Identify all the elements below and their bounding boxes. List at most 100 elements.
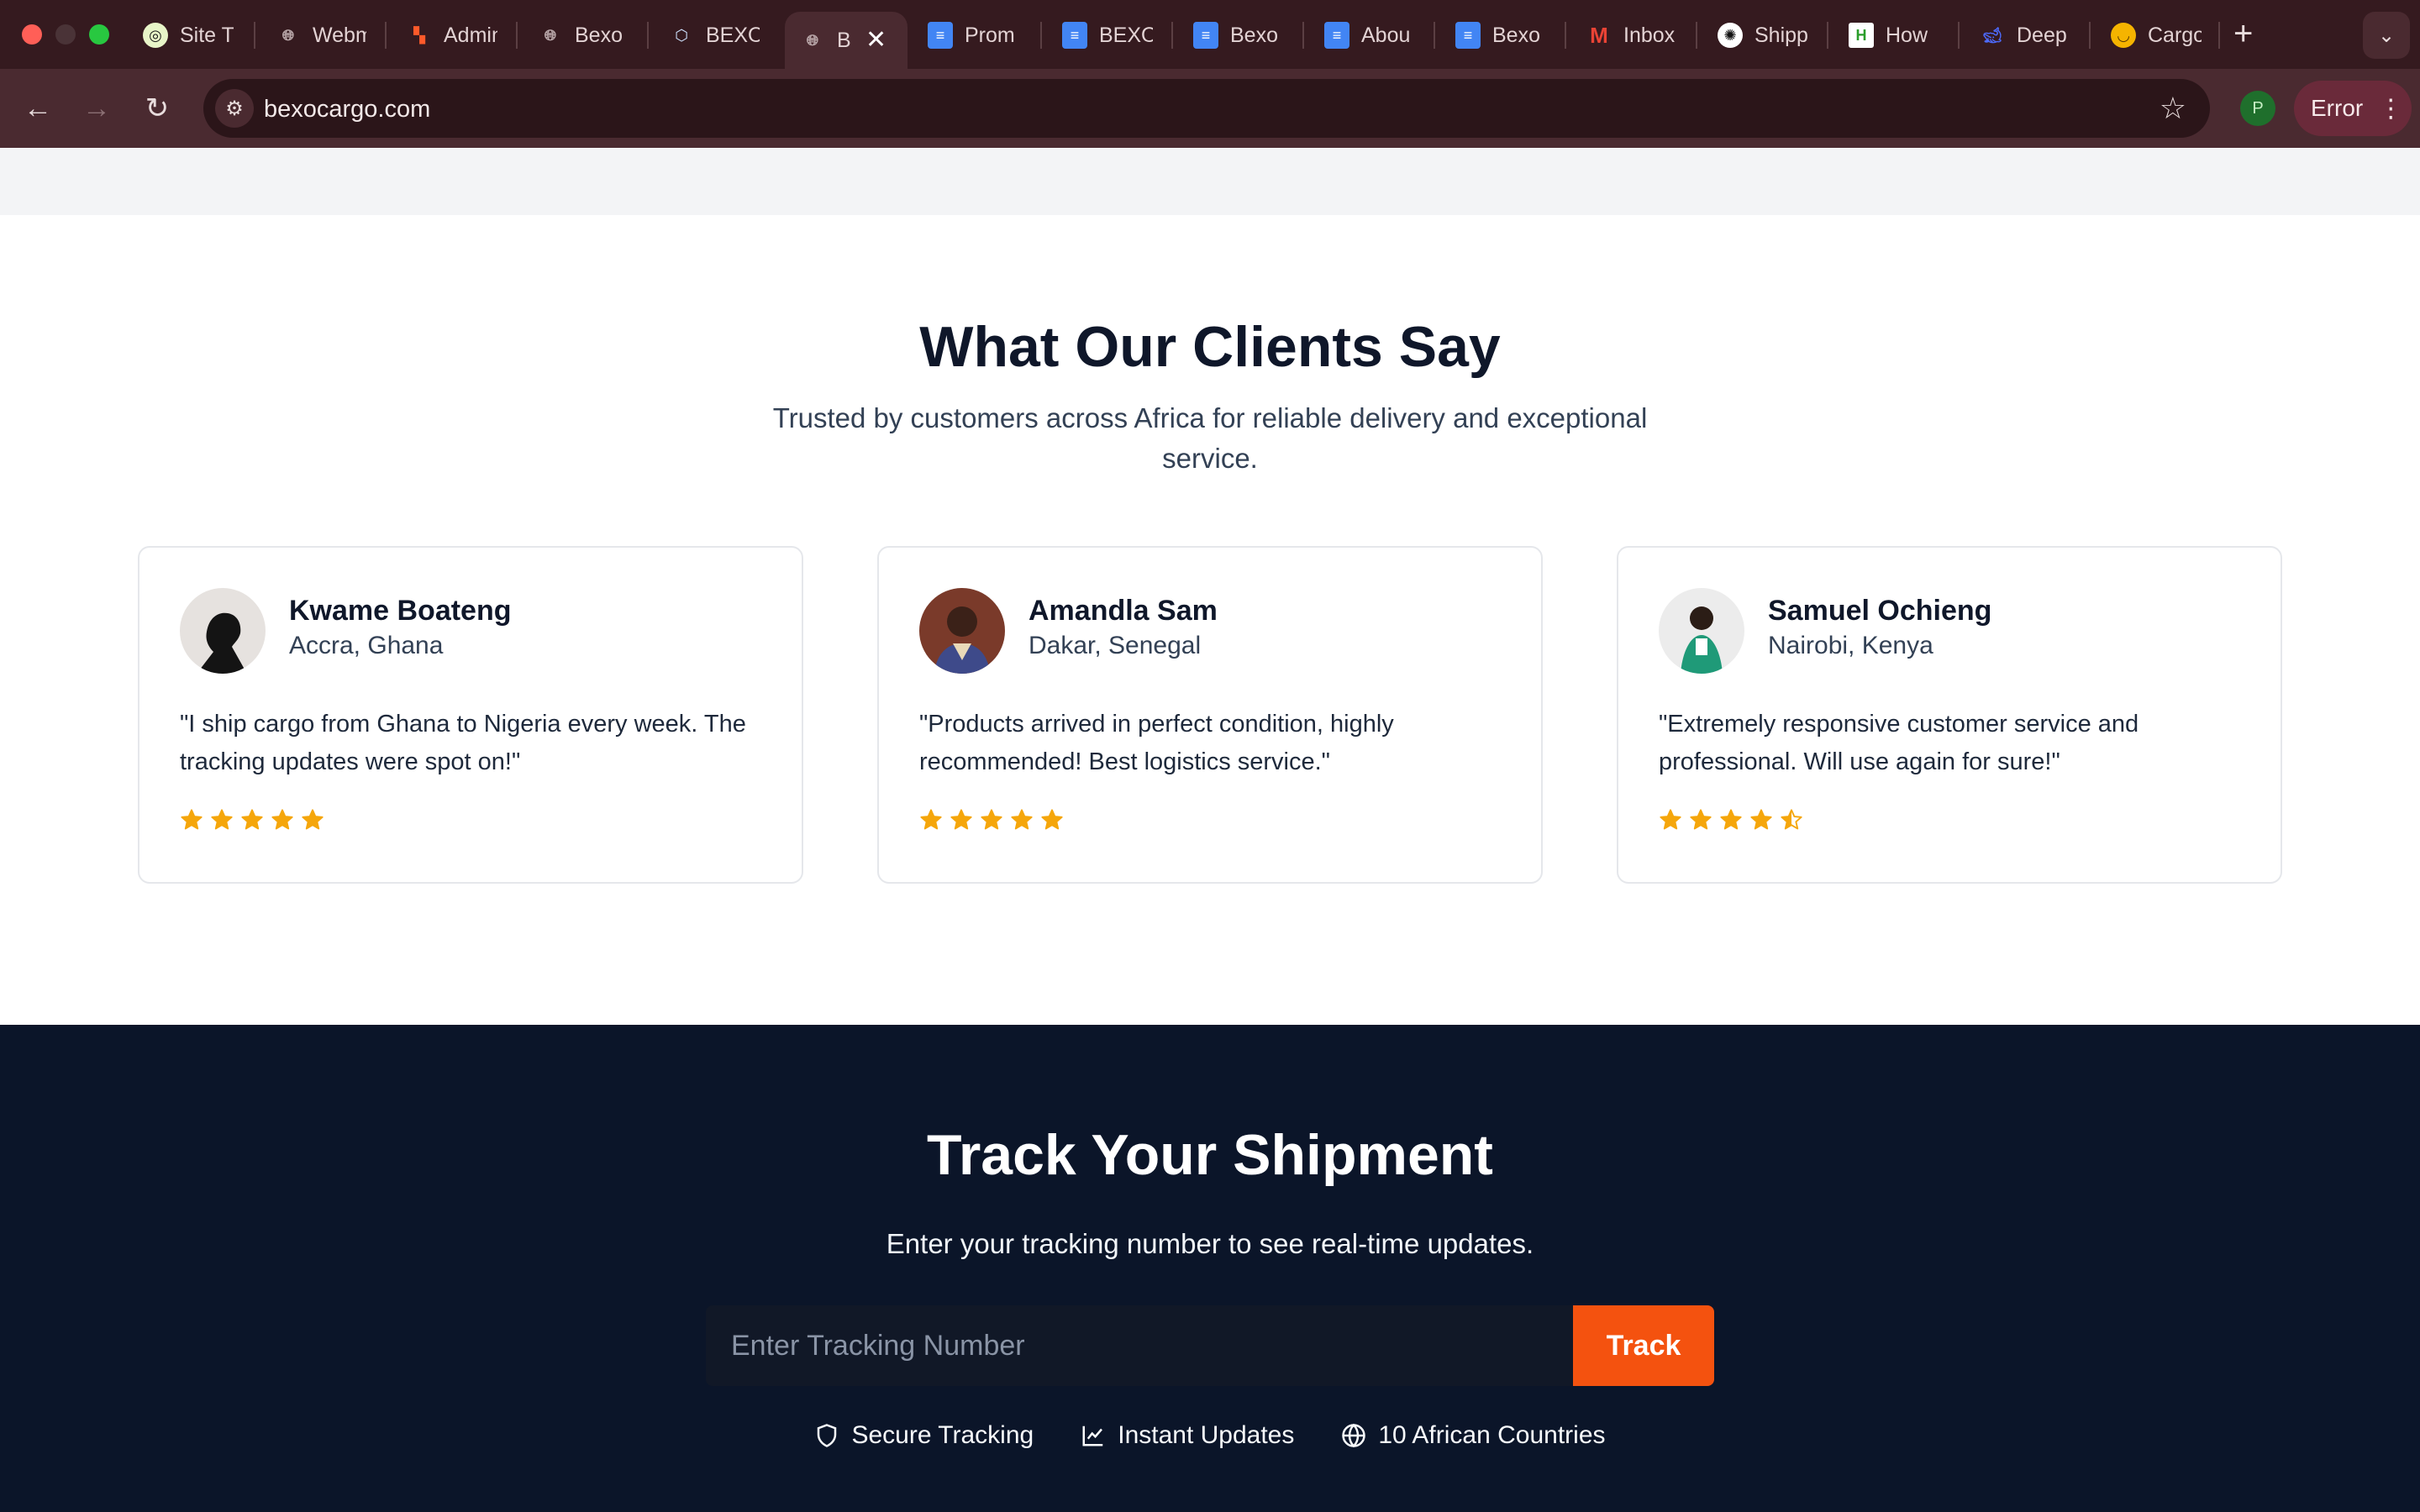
tab-title: Shipp xyxy=(1754,23,1808,47)
maximize-window-button[interactable] xyxy=(89,24,109,45)
tab-title: Site T xyxy=(180,23,234,47)
admin-icon: ▚ xyxy=(413,26,425,44)
client-quote: "I ship cargo from Ghana to Nigeria ever… xyxy=(180,711,746,775)
star-rating xyxy=(1659,808,1803,832)
star-filled-icon xyxy=(211,809,233,830)
track-button[interactable]: Track xyxy=(1573,1305,1714,1386)
testimonial-card: Amandla Sam Dakar, Senegal "Products arr… xyxy=(877,546,1543,884)
tab-title: Bexo xyxy=(1230,23,1278,47)
profile-avatar[interactable]: P xyxy=(2240,91,2275,126)
back-button[interactable]: ← xyxy=(17,87,59,129)
shield-icon xyxy=(818,1424,837,1447)
testimonial-card: Kwame Boateng Accra, Ghana "I ship cargo… xyxy=(138,546,803,884)
url-text[interactable]: bexocargo.com xyxy=(264,96,430,123)
tab-separator xyxy=(1434,22,1435,49)
tab-title: Bexo xyxy=(575,23,623,47)
h-icon: H xyxy=(1849,23,1874,48)
arrow-right-icon: → xyxy=(82,92,111,124)
forward-button[interactable]: → xyxy=(76,87,118,129)
tab-cargo[interactable]: ◡ Cargo xyxy=(2096,12,2202,59)
star-filled-icon xyxy=(1011,809,1033,830)
tab-deepseek[interactable]: 🐋︎ Deep xyxy=(1965,12,2070,59)
tab-docs-prom[interactable]: ≡ Prom xyxy=(913,12,1018,59)
tracking-title: Track Your Shipment xyxy=(927,1123,1493,1187)
site-info-button[interactable]: ⚙ xyxy=(215,89,254,128)
openai-icon: ✺ xyxy=(1718,23,1743,48)
chevron-down-icon: ⌄ xyxy=(2377,24,2396,47)
client-name: Samuel Ochieng xyxy=(1768,595,1992,627)
star-filled-icon xyxy=(241,809,263,830)
tune-icon: ⚙ xyxy=(225,97,244,120)
docs-icon: ≡ xyxy=(1062,22,1087,49)
globe-icon: 🌐︎ xyxy=(281,26,295,44)
minimize-window-button[interactable] xyxy=(55,24,76,45)
client-quote: "Products arrived in perfect condition, … xyxy=(919,711,1394,775)
tab-title: Prom xyxy=(965,23,1015,47)
star-filled-icon xyxy=(950,809,972,830)
globe-icon xyxy=(1342,1423,1366,1448)
globe-icon: 🌐︎ xyxy=(806,31,819,49)
globe-icon: 🌐︎ xyxy=(544,26,557,44)
docs-icon: ≡ xyxy=(1193,22,1218,49)
browser-toolbar: ← → ↻ ⚙ bexocargo.com ☆ P Error ⋮ xyxy=(0,69,2420,148)
close-tab-icon[interactable]: ✕ xyxy=(865,28,886,53)
tab-separator xyxy=(647,22,649,49)
error-menu-button[interactable]: Error ⋮ xyxy=(2294,81,2412,136)
tab-docs-bexo-3[interactable]: ≡ Bexo xyxy=(1440,12,1546,59)
tab-strip: ◎ Site T 🌐︎ Webm ▚ Admin 🌐︎ Bexo ⬡ BEXO … xyxy=(0,0,2420,69)
deepseek-icon: 🐋︎ xyxy=(1982,26,2002,44)
tab-docs-bexo[interactable]: ≡ BEXO xyxy=(1047,12,1153,59)
tracking-features: Secure Tracking Instant Updates 10 Afric… xyxy=(0,1421,2420,1450)
tab-bexo[interactable]: 🌐︎ Bexo xyxy=(523,12,629,59)
tab-separator xyxy=(2218,22,2220,49)
feature-secure-tracking: Secure Tracking xyxy=(814,1421,1034,1450)
client-location: Nairobi, Kenya xyxy=(1768,632,1933,659)
tab-title: Cargo xyxy=(2148,23,2202,47)
star-filled-icon xyxy=(271,809,293,830)
tab-separator xyxy=(1958,22,1960,49)
tab-how[interactable]: H How xyxy=(1833,12,1939,59)
gmail-icon: M xyxy=(1590,22,1608,48)
chart-icon xyxy=(1082,1425,1103,1446)
address-bar[interactable]: ⚙ bexocargo.com ☆ xyxy=(203,79,2210,138)
tab-bexo-box[interactable]: ⬡ BEXO xyxy=(654,12,760,59)
docs-icon: ≡ xyxy=(1324,22,1349,49)
feature-instant-updates: Instant Updates xyxy=(1081,1421,1294,1450)
tab-separator xyxy=(254,22,255,49)
tab-shipping[interactable]: ✺ Shipp xyxy=(1702,12,1808,59)
tab-docs-about[interactable]: ≡ Abou xyxy=(1309,12,1415,59)
tab-admin[interactable]: ▚ Admin xyxy=(392,12,497,59)
tab-active[interactable]: 🌐︎ B ✕ xyxy=(785,12,908,69)
tab-separator xyxy=(1565,22,1566,49)
tab-search-button[interactable]: ⌄ xyxy=(2363,12,2410,59)
client-name: Kwame Boateng xyxy=(289,595,512,627)
tab-docs-bexo-2[interactable]: ≡ Bexo xyxy=(1178,12,1284,59)
track-shipment-section: Track Your Shipment Enter your tracking … xyxy=(0,1025,2420,1512)
error-label: Error xyxy=(2311,95,2364,121)
star-filled-icon xyxy=(1041,809,1063,830)
star-rating xyxy=(180,808,324,832)
close-window-button[interactable] xyxy=(22,24,42,45)
previous-section-edge xyxy=(0,148,2420,215)
bookmark-star-icon[interactable]: ☆ xyxy=(2160,91,2186,126)
docs-icon: ≡ xyxy=(1455,22,1481,49)
tab-separator xyxy=(1696,22,1697,49)
new-tab-button[interactable]: + xyxy=(2233,15,2253,53)
tab-title: How xyxy=(1886,23,1928,47)
tab-gmail[interactable]: M Inbox xyxy=(1571,12,1677,59)
tab-site[interactable]: ◎ Site T xyxy=(128,12,234,59)
tab-title: Admin xyxy=(444,23,497,47)
tracking-number-input[interactable] xyxy=(706,1305,1573,1386)
reload-button[interactable]: ↻ xyxy=(136,87,178,129)
avatar xyxy=(1659,588,1744,674)
tab-title: Inbox xyxy=(1623,23,1676,47)
tab-webm[interactable]: 🌐︎ Webm xyxy=(260,12,366,59)
star-rating xyxy=(919,808,1064,832)
site-icon: ◎ xyxy=(143,23,168,48)
tab-title: B xyxy=(837,28,851,52)
client-quote: "Extremely responsive customer service a… xyxy=(1659,711,2139,775)
tab-title: Bexo xyxy=(1492,23,1540,47)
star-half-icon xyxy=(1781,809,1802,830)
more-vert-icon: ⋮ xyxy=(2378,94,2404,123)
star-filled-icon xyxy=(1750,809,1772,830)
